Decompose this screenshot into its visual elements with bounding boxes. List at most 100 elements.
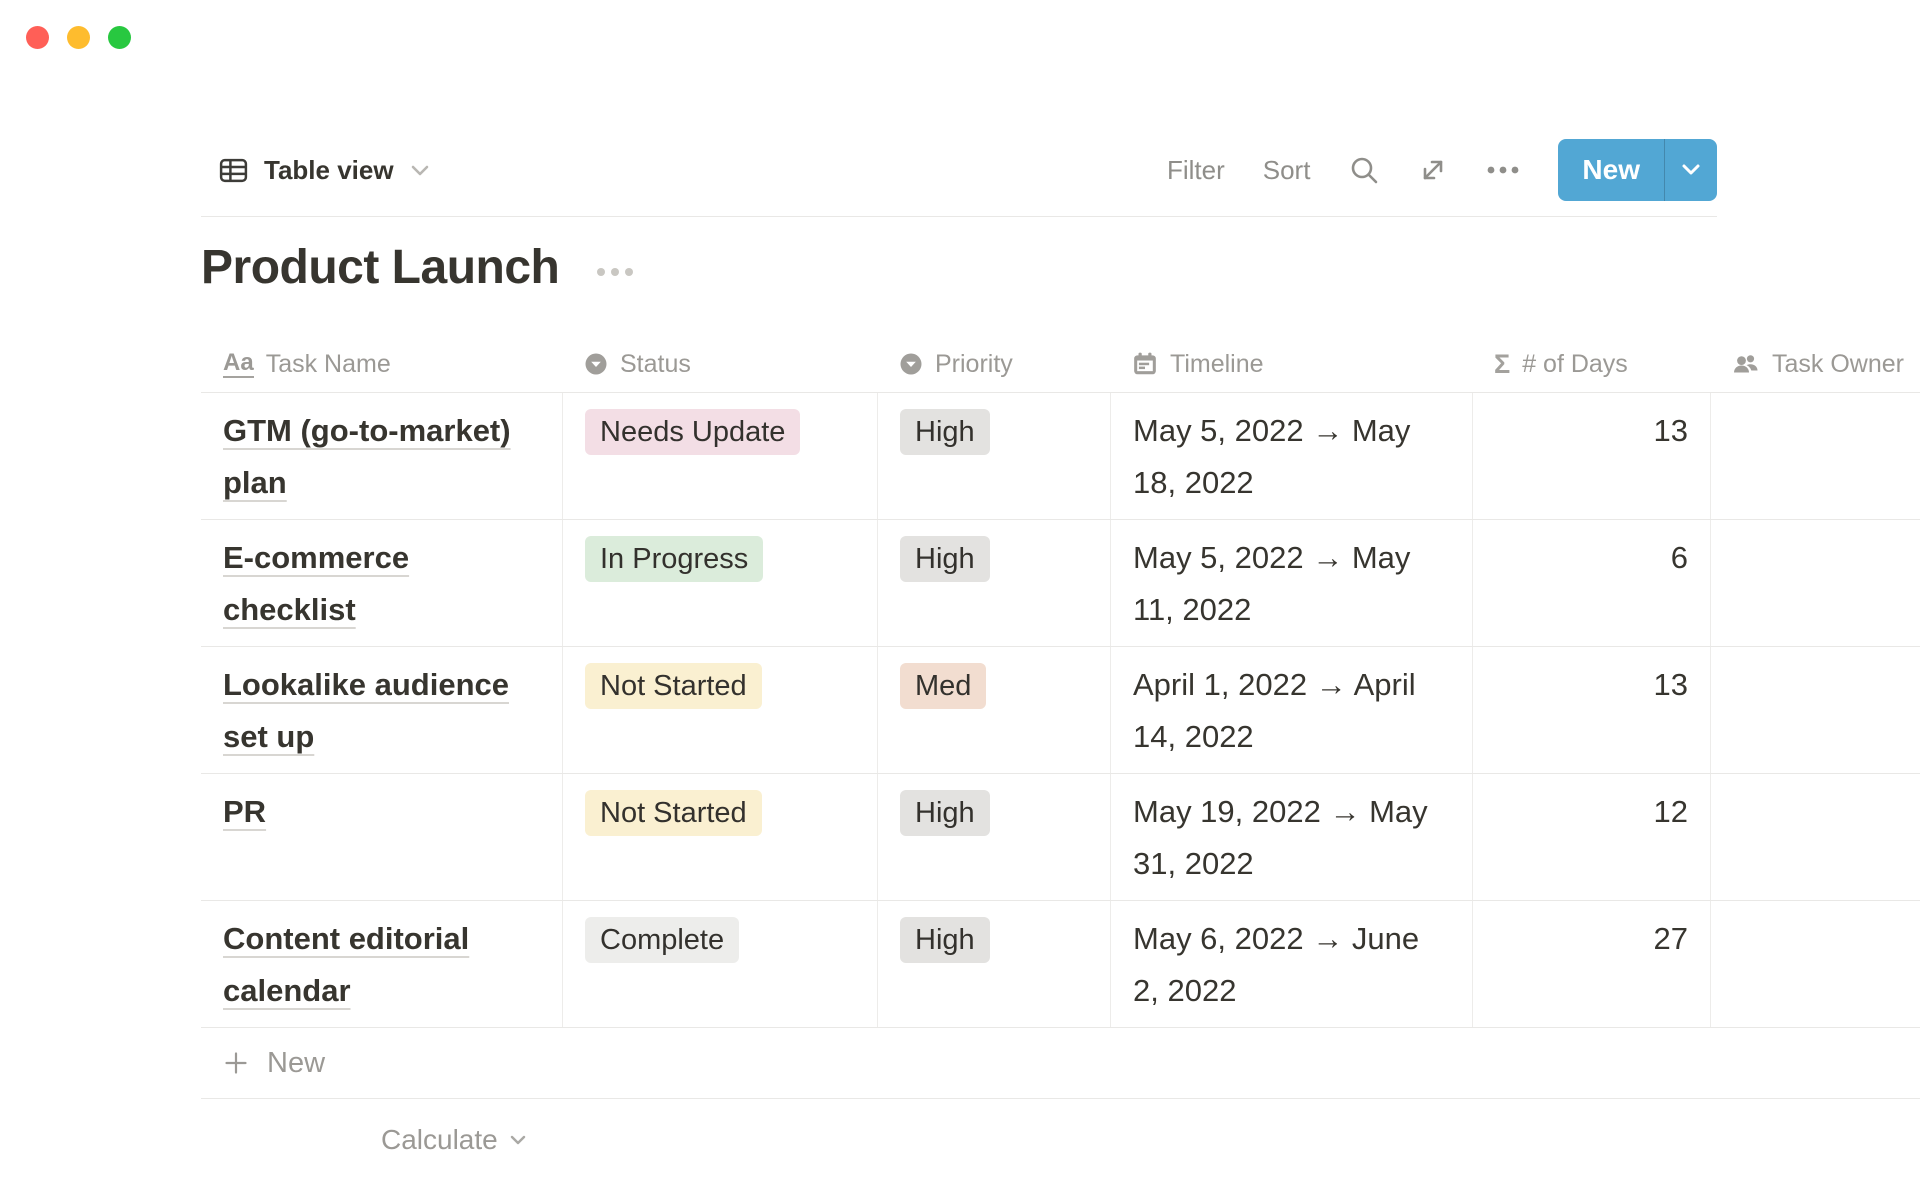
minimize-window-button[interactable]	[67, 26, 90, 49]
timeline-text: April 1, 2022 → April 14, 2022	[1133, 667, 1416, 754]
status-badge: Not Started	[585, 663, 762, 709]
table-row: Content editorial calendar Complete High…	[201, 901, 1920, 1028]
task-page-link[interactable]: GTM (go-to-market) plan	[223, 413, 511, 500]
task-name-cell[interactable]: GTM (go-to-market) plan	[201, 393, 562, 519]
status-cell[interactable]: Not Started	[562, 647, 877, 773]
page-header: Product Launch	[201, 240, 633, 295]
days-cell[interactable]: 12	[1472, 774, 1710, 900]
status-badge: In Progress	[585, 536, 763, 582]
column-label: Timeline	[1170, 350, 1264, 379]
status-badge: Needs Update	[585, 409, 800, 455]
timeline-cell[interactable]: April 1, 2022 → April 14, 2022	[1110, 647, 1472, 773]
days-value: 6	[1671, 540, 1688, 575]
priority-cell[interactable]: High	[877, 520, 1110, 646]
timeline-cell[interactable]: May 5, 2022 → May 11, 2022	[1110, 520, 1472, 646]
task-owner-cell[interactable]	[1710, 774, 1920, 900]
add-row-button[interactable]: New	[201, 1028, 1920, 1099]
priority-badge: High	[900, 917, 990, 963]
status-badge: Not Started	[585, 790, 762, 836]
column-header-priority[interactable]: Priority	[877, 336, 1110, 392]
column-label: Task Name	[266, 350, 391, 379]
table-footer: Calculate	[201, 1099, 1920, 1181]
view-toolbar: Table view Filter Sort	[201, 136, 1717, 204]
column-header-task-name[interactable]: Aa Task Name	[201, 336, 562, 392]
days-value: 27	[1654, 921, 1688, 956]
priority-badge: Med	[900, 663, 986, 709]
page-title: Product Launch	[201, 240, 559, 295]
window-controls	[26, 26, 131, 49]
days-cell[interactable]: 27	[1472, 901, 1710, 1027]
task-page-link[interactable]: Lookalike audience set up	[223, 667, 509, 754]
days-value: 13	[1654, 667, 1688, 702]
zoom-window-button[interactable]	[108, 26, 131, 49]
table-row: GTM (go-to-market) plan Needs Update Hig…	[201, 393, 1920, 520]
more-options-icon[interactable]	[1486, 165, 1520, 175]
column-header-task-owner[interactable]: Task Owner	[1710, 336, 1920, 392]
new-record-dropdown-button[interactable]	[1665, 139, 1717, 201]
status-badge: Complete	[585, 917, 739, 963]
priority-badge: High	[900, 409, 990, 455]
sort-button[interactable]: Sort	[1263, 155, 1311, 186]
expand-icon[interactable]	[1418, 155, 1448, 185]
priority-badge: High	[900, 536, 990, 582]
priority-cell[interactable]: Med	[877, 647, 1110, 773]
task-page-link[interactable]: E-commerce checklist	[223, 540, 409, 627]
toolbar-actions: Filter Sort New	[1167, 139, 1717, 201]
timeline-cell[interactable]: May 19, 2022 → May 31, 2022	[1110, 774, 1472, 900]
timeline-cell[interactable]: May 5, 2022 → May 18, 2022	[1110, 393, 1472, 519]
task-owner-cell[interactable]	[1710, 393, 1920, 519]
page-more-options-icon[interactable]	[597, 260, 633, 276]
column-header-days[interactable]: Σ # of Days	[1472, 336, 1710, 392]
person-property-icon	[1732, 351, 1760, 377]
priority-badge: High	[900, 790, 990, 836]
select-property-icon	[584, 352, 608, 376]
column-header-timeline[interactable]: Timeline	[1110, 336, 1472, 392]
task-name-cell[interactable]: E-commerce checklist	[201, 520, 562, 646]
priority-cell[interactable]: High	[877, 774, 1110, 900]
days-cell[interactable]: 13	[1472, 647, 1710, 773]
days-cell[interactable]: 13	[1472, 393, 1710, 519]
task-name-cell[interactable]: Lookalike audience set up	[201, 647, 562, 773]
column-header-status[interactable]: Status	[562, 336, 877, 392]
database-table: Aa Task Name Status Priority	[201, 336, 1920, 1181]
date-property-icon	[1132, 351, 1158, 377]
status-cell[interactable]: Needs Update	[562, 393, 877, 519]
task-owner-cell[interactable]	[1710, 520, 1920, 646]
formula-property-icon: Σ	[1494, 351, 1510, 378]
calculate-label: Calculate	[381, 1124, 498, 1156]
chevron-down-icon	[508, 1132, 528, 1148]
view-tab[interactable]: Table view	[201, 155, 431, 186]
text-property-icon: Aa	[223, 351, 254, 378]
priority-cell[interactable]: High	[877, 901, 1110, 1027]
status-cell[interactable]: Complete	[562, 901, 877, 1027]
column-label: Status	[620, 350, 691, 379]
search-icon[interactable]	[1348, 154, 1380, 186]
task-page-link[interactable]: PR	[223, 794, 266, 829]
column-label: Priority	[935, 350, 1013, 379]
status-cell[interactable]: Not Started	[562, 774, 877, 900]
close-window-button[interactable]	[26, 26, 49, 49]
view-name-label: Table view	[264, 155, 394, 186]
filter-button[interactable]: Filter	[1167, 155, 1225, 186]
timeline-cell[interactable]: May 6, 2022 → June 2, 2022	[1110, 901, 1472, 1027]
priority-cell[interactable]: High	[877, 393, 1110, 519]
task-name-cell[interactable]: PR	[201, 774, 562, 900]
task-owner-cell[interactable]	[1710, 647, 1920, 773]
select-property-icon	[899, 352, 923, 376]
new-record-button[interactable]: New	[1558, 139, 1664, 201]
column-label: # of Days	[1522, 350, 1628, 379]
task-owner-cell[interactable]	[1710, 901, 1920, 1027]
timeline-text: May 6, 2022 → June 2, 2022	[1133, 921, 1419, 1008]
task-page-link[interactable]: Content editorial calendar	[223, 921, 469, 1008]
table-row: E-commerce checklist In Progress High Ma…	[201, 520, 1920, 647]
calculate-button[interactable]: Calculate	[381, 1124, 528, 1156]
status-cell[interactable]: In Progress	[562, 520, 877, 646]
task-name-cell[interactable]: Content editorial calendar	[201, 901, 562, 1027]
toolbar-divider	[201, 216, 1717, 217]
timeline-text: May 19, 2022 → May 31, 2022	[1133, 794, 1428, 881]
new-record-split-button: New	[1558, 139, 1717, 201]
chevron-down-icon	[409, 161, 431, 179]
table-row: Lookalike audience set up Not Started Me…	[201, 647, 1920, 774]
days-cell[interactable]: 6	[1472, 520, 1710, 646]
table-header-row: Aa Task Name Status Priority	[201, 336, 1920, 393]
